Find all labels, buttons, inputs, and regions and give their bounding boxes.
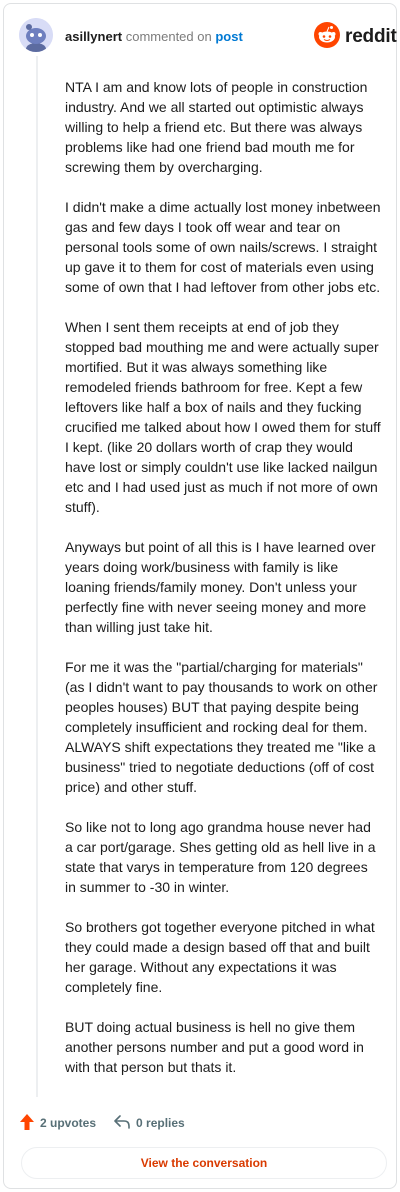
reply-count: 0 replies: [136, 1116, 185, 1130]
comment-paragraph: NTA I am and know lots of people in cons…: [65, 79, 368, 175]
commented-on-label: commented on: [125, 29, 212, 44]
reply-button[interactable]: 0 replies: [114, 1114, 185, 1132]
snoo-avatar-icon[interactable]: [19, 18, 53, 52]
comment-meta: asillynert commented on post: [65, 29, 243, 45]
comment-card: asillynert commented on post reddit NTA …: [3, 3, 397, 1189]
reddit-wordmark: reddit: [345, 26, 397, 47]
upvote-arrow-icon: [20, 1113, 34, 1133]
comment-paragraph: For me it was the "partial/charging for …: [65, 659, 378, 795]
comment-paragraph: I didn't make a dime actually lost money…: [65, 199, 381, 295]
reddit-alien-icon: [314, 21, 340, 53]
comment-paragraph: Anyways but point of all this is I have …: [65, 539, 376, 635]
upvote-count: 2 upvotes: [40, 1116, 97, 1130]
view-conversation-label: View the conversation: [140, 1156, 268, 1170]
thread-line: [36, 56, 38, 1097]
username-link[interactable]: asillynert: [65, 29, 122, 44]
comment-paragraph: So like not to long ago grandma house ne…: [65, 819, 376, 895]
comment-paragraph: So brothers got together everyone pitche…: [65, 919, 375, 995]
comment-paragraph: BUT doing actual business is hell no giv…: [65, 1019, 364, 1075]
comment-actions: 2 upvotes 0 replies: [20, 1112, 203, 1134]
upvote-button[interactable]: 2 upvotes: [20, 1113, 97, 1133]
view-conversation-button[interactable]: View the conversation: [21, 1147, 387, 1179]
comment-body: NTA I am and know lots of people in cons…: [65, 77, 382, 1097]
reply-arrow-icon: [114, 1114, 130, 1132]
post-link[interactable]: post: [215, 29, 242, 44]
comment-paragraph: When I sent them receipts at end of job …: [65, 319, 381, 515]
reddit-logo[interactable]: reddit: [314, 21, 397, 53]
